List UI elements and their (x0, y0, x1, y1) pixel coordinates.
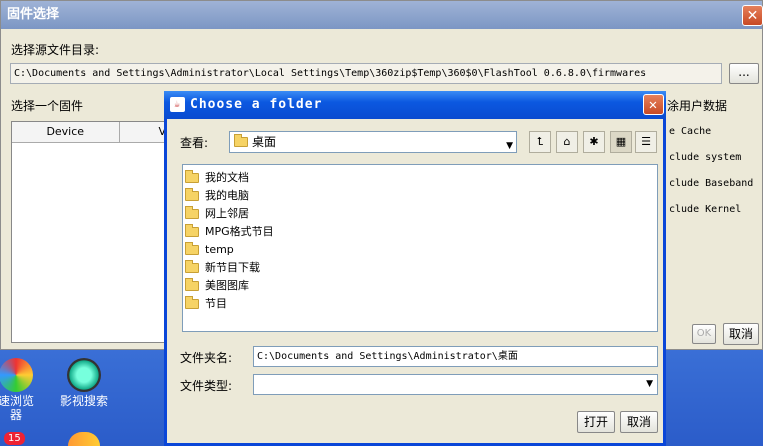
source-dir-input[interactable]: C:\Documents and Settings\Administrator\… (10, 63, 722, 84)
list-item[interactable]: temp (183, 241, 657, 259)
home-button[interactable]: ⌂ (556, 131, 578, 153)
folder-icon (185, 278, 199, 291)
app-icon[interactable] (68, 432, 100, 446)
list-item-label: MPG格式节目 (205, 225, 274, 238)
list-item-label: 美图图库 (205, 279, 249, 292)
video-search-icon (67, 358, 101, 392)
details-view-button[interactable]: ☰ (635, 131, 657, 153)
option-baseband[interactable]: clude Baseband (669, 178, 753, 189)
file-type-label: 文件类型: (180, 379, 233, 393)
folder-icon (185, 206, 199, 219)
folder-icon (185, 170, 199, 183)
list-item[interactable]: 网上邻居 (183, 205, 657, 223)
choose-folder-dialog: ☕ Choose a folder ✕ 查看: 桌面 ▼ ⮤ ⌂ ✱ ▦ ☰ 我… (164, 91, 666, 446)
new-folder-icon: ✱ (589, 135, 599, 148)
up-folder-icon: ⮤ (536, 135, 544, 148)
look-in-value: 桌面 (252, 135, 277, 149)
browse-button[interactable]: ... (729, 63, 759, 84)
list-item-label: 我的文档 (205, 171, 249, 184)
option-cache[interactable]: e Cache (669, 126, 711, 137)
option-kernel[interactable]: clude Kernel (669, 204, 741, 215)
ok-button[interactable]: OK (692, 324, 716, 344)
java-icon: ☕ (170, 97, 185, 112)
folder-name-label: 文件夹名: (180, 351, 233, 365)
desktop-icon-browser[interactable]: 速浏览 器 (0, 358, 46, 422)
dialog-title-bar: ☕ Choose a folder ✕ (164, 91, 666, 119)
folder-icon (185, 224, 199, 237)
cancel-button[interactable]: 取消 (723, 323, 759, 345)
list-view-button[interactable]: ▦ (610, 131, 632, 153)
column-header-version[interactable]: V (120, 122, 170, 142)
folder-list[interactable]: 我的文档 我的电脑 网上邻居 MPG格式节目 temp 新节目下载 美图图库 节… (182, 164, 658, 332)
list-item[interactable]: 节目 (183, 295, 657, 313)
list-item[interactable]: 美图图库 (183, 277, 657, 295)
list-item[interactable]: 我的电脑 (183, 187, 657, 205)
list-view-icon: ▦ (615, 135, 627, 148)
desktop-icon-label: 影视搜索 (59, 394, 108, 408)
up-folder-button[interactable]: ⮤ (529, 131, 551, 153)
folder-icon (185, 242, 199, 255)
browser-icon (0, 358, 33, 392)
chevron-down-icon: ▼ (646, 379, 653, 389)
wipe-user-data-label[interactable]: 涂用户数据 (667, 97, 727, 114)
list-item-label: 我的电脑 (205, 189, 249, 202)
choose-firmware-label: 选择一个固件 (11, 99, 84, 113)
home-icon: ⌂ (563, 135, 571, 148)
list-item-label: 网上邻居 (205, 207, 249, 220)
close-icon: ✕ (648, 97, 659, 113)
chevron-down-icon: ▼ (506, 141, 513, 151)
folder-icon (185, 188, 199, 201)
look-in-label: 查看: (180, 136, 209, 150)
dialog-close-button[interactable]: ✕ (643, 94, 664, 115)
list-item-label: 新节目下载 (205, 261, 260, 274)
desktop-icon-video-search[interactable]: 影视搜索 (54, 358, 114, 408)
folder-name-input[interactable]: C:\Documents and Settings\Administrator\… (253, 346, 658, 367)
dialog-cancel-button[interactable]: 取消 (620, 411, 658, 433)
window-title: 固件选择 (1, 1, 762, 29)
folder-icon (234, 134, 248, 147)
badge: 15 (4, 432, 25, 445)
list-item-label: temp (205, 243, 234, 256)
close-icon: ✕ (746, 8, 759, 24)
open-button[interactable]: 打开 (577, 411, 615, 433)
look-in-select[interactable]: 桌面 ▼ (229, 131, 517, 153)
close-button[interactable]: ✕ (742, 5, 763, 26)
column-header-device[interactable]: Device (12, 122, 120, 142)
details-view-icon: ☰ (641, 135, 651, 148)
list-item-label: 节目 (205, 297, 227, 310)
folder-icon (185, 260, 199, 273)
firmware-table[interactable]: Device V (11, 121, 171, 343)
list-item[interactable]: 我的文档 (183, 169, 657, 187)
new-folder-button[interactable]: ✱ (583, 131, 605, 153)
folder-icon (185, 296, 199, 309)
file-type-select[interactable]: ▼ (253, 374, 658, 395)
list-item[interactable]: 新节目下载 (183, 259, 657, 277)
option-system[interactable]: clude system (669, 152, 741, 163)
table-header: Device V (12, 122, 170, 143)
source-dir-label: 选择源文件目录: (11, 43, 100, 57)
dialog-title: Choose a folder (190, 97, 323, 112)
list-item[interactable]: MPG格式节目 (183, 223, 657, 241)
desktop-icon-label: 速浏览 器 (0, 394, 34, 422)
